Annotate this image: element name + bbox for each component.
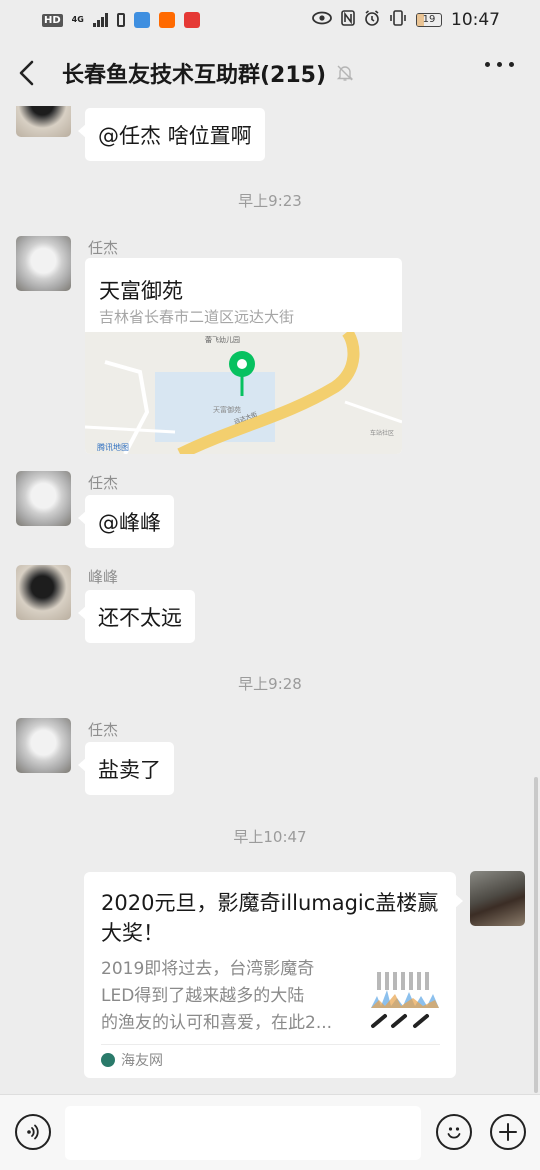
emoji-icon: [447, 1127, 461, 1139]
link-card-desc-line: 2019即将过去，台湾影魔奇: [101, 959, 315, 979]
status-bar: HD 4G 19 10:47: [0, 0, 540, 40]
message-text: 盐卖了: [98, 757, 161, 782]
back-button[interactable]: [18, 59, 46, 87]
battery-icon: 19: [416, 13, 442, 27]
link-card-desc-line: LED得到了越来越多的大陆: [101, 986, 305, 1006]
link-card-desc-line: 的渔友的认可和喜爱，在此2...: [101, 1013, 333, 1033]
emoji-button[interactable]: [436, 1114, 472, 1150]
location-map[interactable]: 蕾飞幼儿园 天富御苑 远达大街 车站社区 腾讯地图: [85, 332, 402, 454]
avatar[interactable]: [16, 106, 71, 137]
status-time: 10:47: [451, 10, 500, 30]
app-notification-icon: [133, 12, 150, 28]
voice-input-button[interactable]: [15, 1114, 51, 1150]
message-text: @任杰 啥位置啊: [98, 123, 252, 148]
alarm-icon: [364, 9, 380, 31]
link-card-title: 2020元旦，影魔奇illumagic盖楼赢大奖！: [101, 891, 439, 945]
sender-name: 任杰: [88, 721, 119, 739]
hd-badge: HD: [42, 13, 63, 27]
avatar[interactable]: [16, 718, 71, 773]
location-address: 吉林省长春市二道区远达大街: [99, 308, 295, 326]
network-4g-label: 4G: [71, 15, 84, 24]
map-provider-label: 腾讯地图: [97, 442, 129, 452]
reader-app-icon: [183, 12, 200, 28]
voice-icon: [27, 1124, 39, 1140]
plus-icon: [499, 1123, 517, 1141]
link-card-thumbnail: [369, 960, 441, 1032]
message-bubble[interactable]: 还不太远: [78, 590, 195, 643]
timestamp: 早上9:28: [238, 675, 302, 693]
message-input[interactable]: [65, 1106, 421, 1160]
link-card-source: 海友网: [101, 1050, 163, 1070]
avatar[interactable]: [16, 471, 71, 526]
battery-saver-icon: [116, 13, 125, 27]
avatar[interactable]: [16, 565, 71, 620]
taobao-icon: [158, 12, 175, 28]
more-options-button[interactable]: [485, 62, 514, 67]
message-text: @峰峰: [98, 510, 161, 535]
map-label-kindergarten: 蕾飞幼儿园: [205, 335, 240, 344]
map-label-community: 天富御苑: [213, 405, 241, 414]
link-card[interactable]: 2020元旦，影魔奇illumagic盖楼赢大奖！ 2019即将过去，台湾影魔奇…: [84, 872, 463, 1078]
location-title: 天富御苑: [99, 279, 183, 303]
my-avatar[interactable]: [470, 871, 525, 926]
chevron-left-icon: [19, 60, 34, 86]
link-card-divider: [101, 1044, 440, 1045]
vibrate-icon: [389, 9, 407, 31]
more-functions-button[interactable]: [490, 1114, 526, 1150]
battery-level: 19: [422, 14, 436, 25]
message-bubble[interactable]: 盐卖了: [78, 742, 174, 795]
message-list[interactable]: @任杰 啥位置啊 早上9:23 任杰 天富御苑 吉林省长春市二道区远达大街 蕾飞…: [0, 106, 540, 1094]
nfc-icon: [341, 9, 355, 31]
mute-bell-icon: [336, 64, 354, 82]
timestamp: 早上10:47: [233, 828, 307, 846]
map-label-station: 车站社区: [370, 429, 394, 437]
link-card-description: 2019即将过去，台湾影魔奇 LED得到了越来越多的大陆 的渔友的认可和喜爱，在…: [101, 956, 356, 1037]
message-bubble[interactable]: @任杰 啥位置啊: [78, 108, 265, 161]
input-bar: [0, 1094, 540, 1170]
avatar[interactable]: [16, 236, 71, 291]
location-message[interactable]: 天富御苑 吉林省长春市二道区远达大街 蕾飞幼儿园 天富御苑 远达大街 车站社区 …: [85, 258, 402, 454]
source-logo-icon: [101, 1053, 115, 1067]
sender-name: 峰峰: [88, 568, 119, 586]
message-bubble[interactable]: @峰峰: [78, 495, 174, 548]
timestamp: 早上9:23: [238, 192, 302, 210]
message-text: 还不太远: [98, 605, 182, 630]
signal-icon: [92, 13, 108, 27]
sender-name: 任杰: [88, 474, 119, 492]
chat-title[interactable]: 长春鱼友技术互助群(215): [62, 57, 326, 89]
link-card-source-name: 海友网: [121, 1053, 163, 1069]
eye-icon: [312, 10, 332, 30]
sender-name: 任杰: [88, 239, 119, 257]
scrollbar[interactable]: [534, 777, 538, 1093]
chat-header: 长春鱼友技术互助群(215): [0, 40, 540, 106]
